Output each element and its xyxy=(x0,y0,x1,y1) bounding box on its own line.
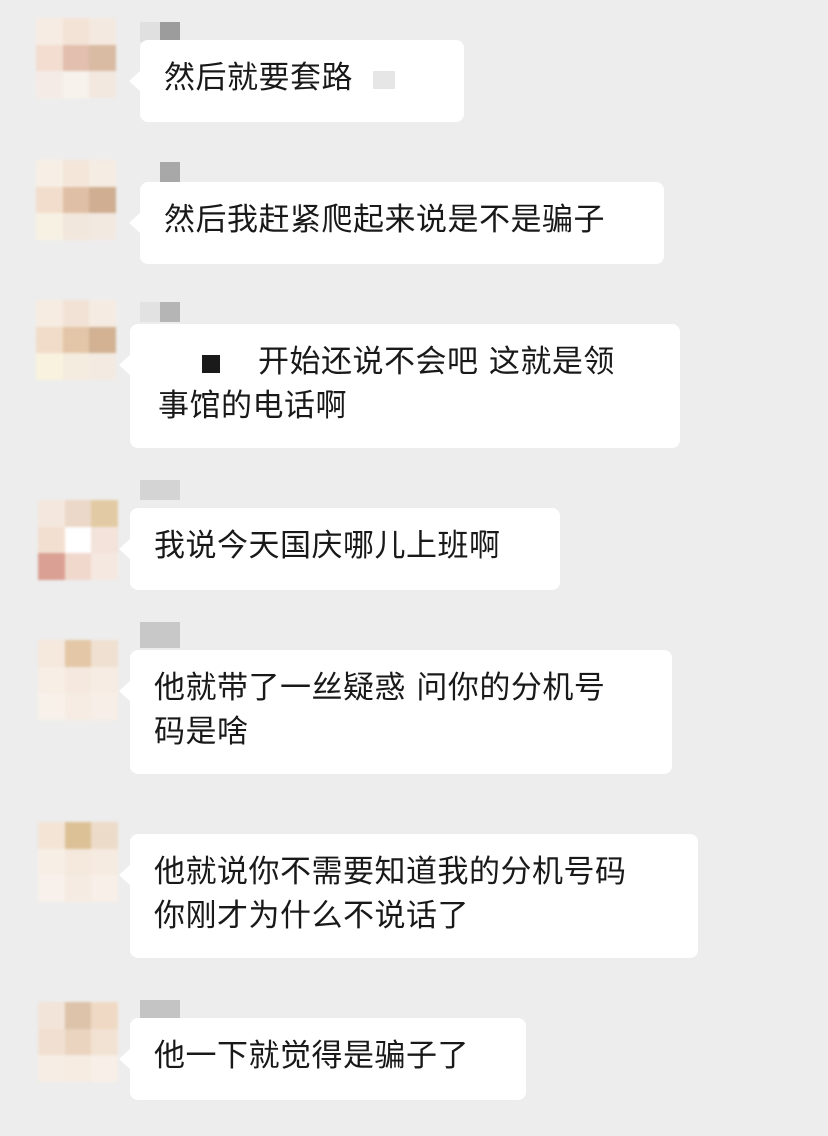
sender-name xyxy=(140,622,180,648)
redaction-icon xyxy=(373,70,395,89)
message-bubble[interactable]: 然后我赶紧爬起来说是不是骗子 xyxy=(129,182,664,264)
message-bubble[interactable]: 然后就要套路 xyxy=(129,40,464,122)
message-text: 他就说你不需要知道我的分机号码 你刚才为什么不说话了 xyxy=(154,854,627,934)
sender-name xyxy=(160,162,180,182)
message-text: 开始还说不会吧 这就是领 事馆的电话啊 xyxy=(158,344,615,424)
message-bubble[interactable]: 开始还说不会吧 这就是领 事馆的电话啊 xyxy=(119,324,680,448)
avatar[interactable] xyxy=(36,18,116,98)
avatar[interactable] xyxy=(38,500,118,580)
sender-name xyxy=(140,302,180,322)
message-bubble[interactable]: 他一下就觉得是骗子了 xyxy=(119,1018,526,1100)
avatar[interactable] xyxy=(38,1002,118,1082)
message-text: 然后就要套路 xyxy=(164,60,353,96)
sender-name xyxy=(140,1000,180,1020)
message-bubble[interactable]: 我说今天国庆哪儿上班啊 xyxy=(119,508,560,590)
message-bubble[interactable]: 他就说你不需要知道我的分机号码 你刚才为什么不说话了 xyxy=(119,834,698,958)
sender-name xyxy=(140,22,180,42)
sender-name xyxy=(140,480,180,500)
avatar[interactable] xyxy=(36,160,116,240)
avatar[interactable] xyxy=(36,300,116,380)
chat-message-list[interactable]: 然后就要套路 然后我赶紧爬起来说是不是骗子 开始还说不会吧 这就是领 事馆的电话… xyxy=(0,0,828,1136)
message-text: 然后我赶紧爬起来说是不是骗子 xyxy=(164,202,605,238)
message-text: 我说今天国庆哪儿上班啊 xyxy=(154,528,501,564)
message-text: 他一下就觉得是骗子了 xyxy=(154,1038,469,1074)
avatar[interactable] xyxy=(38,822,118,902)
redaction-icon xyxy=(202,354,220,373)
message-bubble[interactable]: 他就带了一丝疑惑 问你的分机号 码是啥 xyxy=(119,650,672,774)
avatar[interactable] xyxy=(38,640,118,720)
message-text: 他就带了一丝疑惑 问你的分机号 码是啥 xyxy=(154,670,606,750)
